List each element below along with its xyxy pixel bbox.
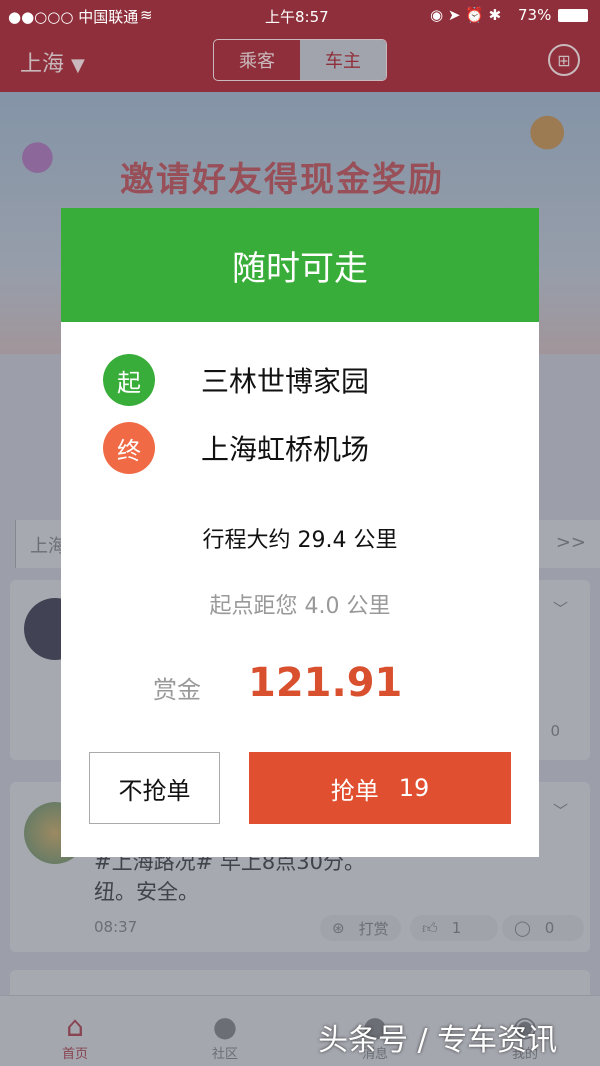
tab-passenger[interactable]: 乘客 — [214, 40, 300, 80]
end-address: 上海虹桥机场 — [201, 433, 370, 466]
pickup-distance: 起点距您 4.0 公里 — [209, 594, 391, 619]
tab-driver[interactable]: 车主 — [300, 40, 386, 80]
gift-icon[interactable]: ⊞ — [548, 44, 580, 76]
battery-level: 73% — [518, 6, 552, 24]
reward-amount: 121.91 — [248, 660, 403, 706]
reward-label: 赏金 — [153, 676, 201, 704]
city-label: 上海 — [20, 52, 65, 77]
countdown: 19 — [398, 774, 430, 802]
dropdown-icon: ▼ — [71, 55, 85, 76]
start-address: 三林世博家园 — [201, 365, 370, 398]
battery-icon — [558, 9, 588, 22]
accept-button[interactable]: 抢单 19 — [249, 752, 511, 824]
trip-distance: 行程大约 29.4 公里 — [202, 528, 398, 553]
decline-button[interactable]: 不抢单 — [89, 752, 220, 824]
clock: 上午8:57 — [265, 8, 329, 26]
status-bar: ●●○○○ 中国联通 ≋ 上午8:57 ◉ ➤ ⏰ ✱ 73% — [0, 0, 600, 30]
accept-label: 抢单 — [330, 776, 379, 805]
watermark: 头条号 / 专车资讯 — [318, 1023, 558, 1058]
start-location: 起 三林世博家园 — [103, 354, 369, 406]
nav-header: 上海 ▼ 乘客 车主 ⊞ — [0, 30, 600, 92]
wifi-icon: ≋ — [140, 6, 153, 24]
role-toggle: 乘客 车主 — [213, 39, 387, 81]
end-location: 终 上海虹桥机场 — [103, 422, 369, 474]
city-selector[interactable]: 上海 ▼ — [20, 46, 85, 78]
order-dialog: 随时可走 起 三林世博家园 终 上海虹桥机场 行程大约 29.4 公里 起点距您… — [61, 208, 539, 857]
status-icons: ◉ ➤ ⏰ ✱ — [430, 6, 502, 24]
end-badge: 终 — [103, 422, 155, 474]
start-badge: 起 — [103, 354, 155, 406]
carrier: ●●○○○ 中国联通 — [8, 8, 139, 26]
dialog-title: 随时可走 — [61, 208, 539, 322]
